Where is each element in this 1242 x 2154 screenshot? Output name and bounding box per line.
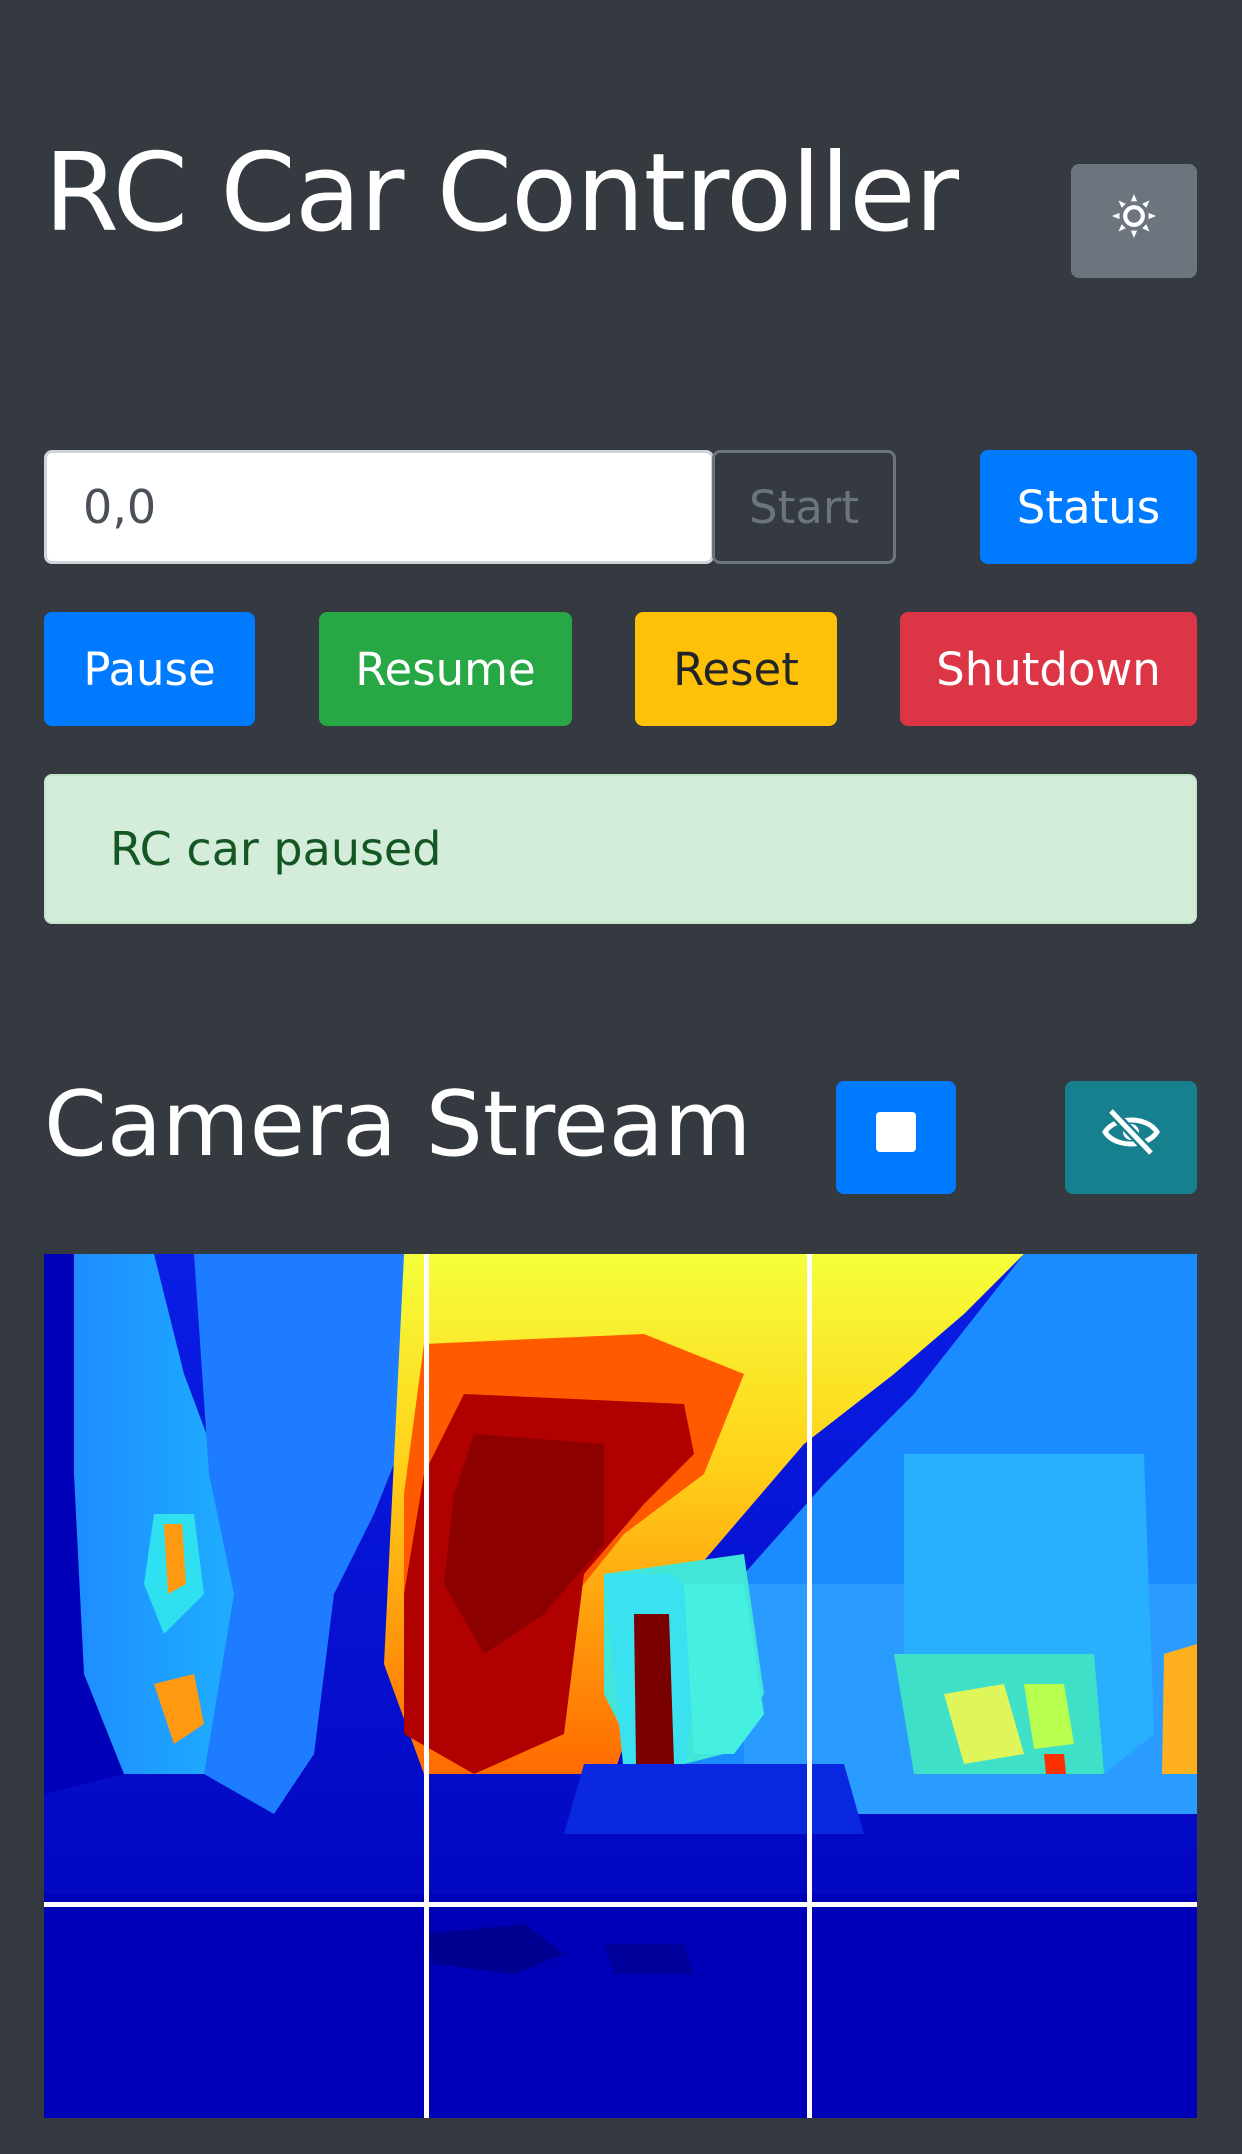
status-alert-message: RC car paused — [110, 822, 442, 876]
start-button[interactable]: Start — [712, 450, 896, 564]
theme-toggle-button[interactable] — [1071, 164, 1197, 278]
coordinate-input[interactable] — [44, 450, 714, 564]
depth-camera-frame — [44, 1254, 1197, 2118]
hide-stream-button[interactable] — [1065, 1081, 1197, 1194]
status-alert: RC car paused — [44, 774, 1197, 924]
stop-icon — [875, 1111, 917, 1164]
page-title: RC Car Controller — [44, 131, 959, 256]
stop-stream-button[interactable] — [836, 1081, 956, 1194]
camera-stream-title: Camera Stream — [44, 1072, 752, 1177]
eye-slash-icon — [1101, 1107, 1161, 1168]
resume-button[interactable]: Resume — [319, 612, 572, 726]
status-button[interactable]: Status — [980, 450, 1197, 564]
camera-stream-view — [44, 1254, 1197, 2118]
pause-button[interactable]: Pause — [44, 612, 255, 726]
shutdown-button[interactable]: Shutdown — [900, 612, 1197, 726]
reset-button[interactable]: Reset — [635, 612, 837, 726]
sun-icon — [1111, 193, 1157, 250]
